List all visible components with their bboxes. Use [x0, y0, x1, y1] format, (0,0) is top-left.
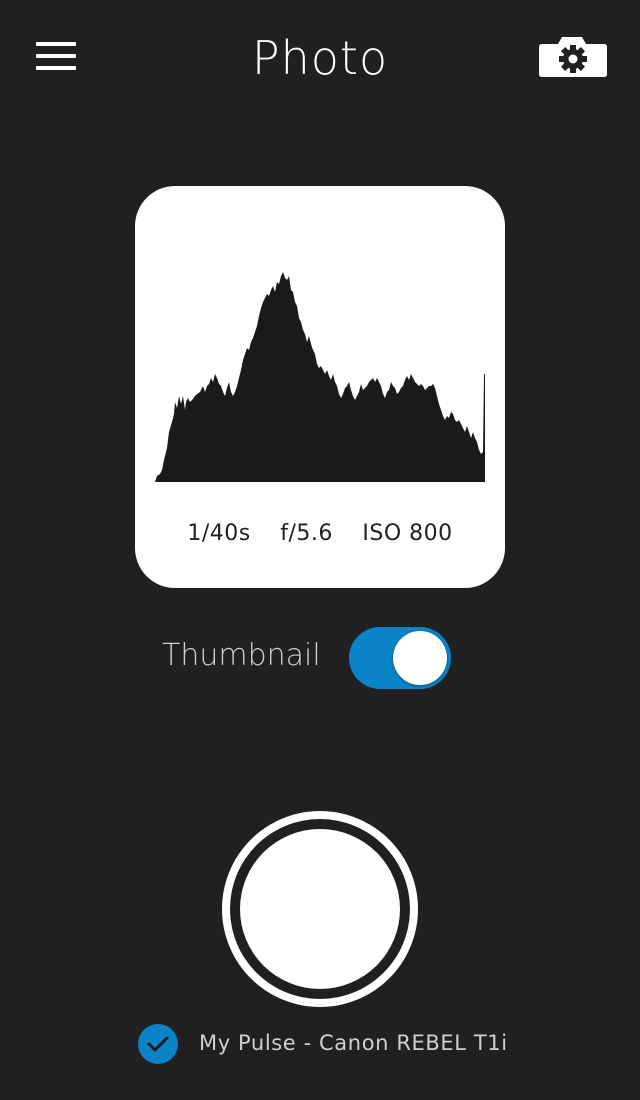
thumbnail-setting: Thumbnail — [0, 626, 640, 690]
exposure-info: 1/40s f/5.6 ISO 800 — [135, 521, 505, 546]
shutter-speed-value: 1/40s — [187, 521, 251, 546]
shutter-icon — [240, 829, 400, 989]
checkmark-icon[interactable] — [138, 1024, 178, 1064]
device-name: My Pulse - Canon REBEL T1i — [199, 1031, 508, 1055]
iso-value: ISO 800 — [362, 521, 453, 546]
histogram-graph — [155, 272, 485, 482]
aperture-value: f/5.6 — [280, 521, 333, 546]
shutter-button[interactable] — [222, 811, 418, 1007]
camera-settings-icon[interactable] — [538, 32, 608, 78]
toggle-knob — [393, 631, 447, 685]
shutter-ring — [230, 819, 410, 999]
thumbnail-toggle[interactable] — [349, 627, 451, 689]
histogram-card: 1/40s f/5.6 ISO 800 — [135, 186, 505, 588]
device-selector[interactable]: My Pulse - Canon REBEL T1i — [0, 1024, 640, 1064]
thumbnail-label: Thumbnail — [162, 638, 321, 673]
